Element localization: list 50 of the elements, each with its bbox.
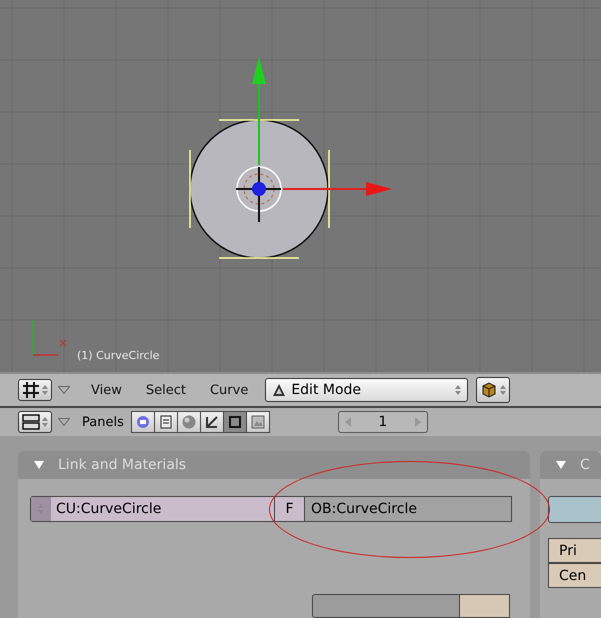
object-name-field[interactable]: OB:CurveCircle <box>305 496 512 522</box>
object-name-label: (1) CurveCircle <box>77 349 160 362</box>
panels-icon <box>22 413 40 431</box>
panels-label: Panels <box>82 414 124 430</box>
menu-collapse-triangle-icon[interactable] <box>58 386 70 394</box>
frame-number-field[interactable]: 1 <box>338 411 428 433</box>
menu-item[interactable]: Curve <box>202 382 256 398</box>
menu-item[interactable]: View <box>84 382 129 398</box>
grid-icon <box>22 381 40 399</box>
pivot-crosshair-icon <box>236 166 282 222</box>
transform-arrows-icon <box>204 414 220 430</box>
document-icon <box>158 414 174 430</box>
panel-title: Link and Materials <box>58 457 186 473</box>
toggle-button[interactable] <box>548 496 601 523</box>
x-axis-arrow-icon[interactable] <box>283 182 392 196</box>
object-type-button[interactable] <box>476 377 510 403</box>
context-tab[interactable] <box>200 411 224 433</box>
fake-user-button[interactable]: F <box>275 496 305 522</box>
collapse-triangle-icon[interactable] <box>34 460 44 470</box>
context-tab[interactable] <box>154 411 178 433</box>
right-arrow-icon <box>414 417 421 427</box>
square-outline-icon <box>226 414 243 430</box>
up-down-arrows-icon <box>500 385 506 395</box>
context-tab[interactable] <box>246 411 270 433</box>
globe-icon <box>134 414 151 430</box>
up-down-arrows-icon <box>455 385 462 395</box>
sphere-icon <box>180 414 197 430</box>
window-type-button[interactable] <box>18 379 52 401</box>
left-arrow-icon <box>344 417 351 427</box>
context-tab[interactable] <box>222 411 247 433</box>
up-down-arrows-icon <box>42 417 48 427</box>
mode-dropdown[interactable]: Edit Mode <box>265 378 468 402</box>
axis-gizmo-icon <box>32 320 66 356</box>
context-tab[interactable] <box>130 411 155 433</box>
window-type-button[interactable] <box>18 411 52 433</box>
mesh-triangle-icon <box>272 383 286 397</box>
new-button[interactable] <box>312 594 460 618</box>
panel-title: C <box>580 457 590 473</box>
up-down-arrows-icon <box>38 504 44 514</box>
cube-icon <box>480 381 498 399</box>
menu-collapse-triangle-icon[interactable] <box>58 418 70 426</box>
context-tab[interactable] <box>176 411 201 433</box>
menu-item[interactable]: Select <box>138 382 193 398</box>
panel-button[interactable]: Cen <box>548 563 601 588</box>
up-down-arrows-icon <box>42 385 48 395</box>
image-icon <box>250 414 266 430</box>
collapse-triangle-icon[interactable] <box>556 460 566 470</box>
panel-button[interactable]: Pri <box>548 538 601 563</box>
curve-datablock-field[interactable]: CU:CurveCircle <box>30 496 275 522</box>
delete-button[interactable] <box>460 594 510 618</box>
